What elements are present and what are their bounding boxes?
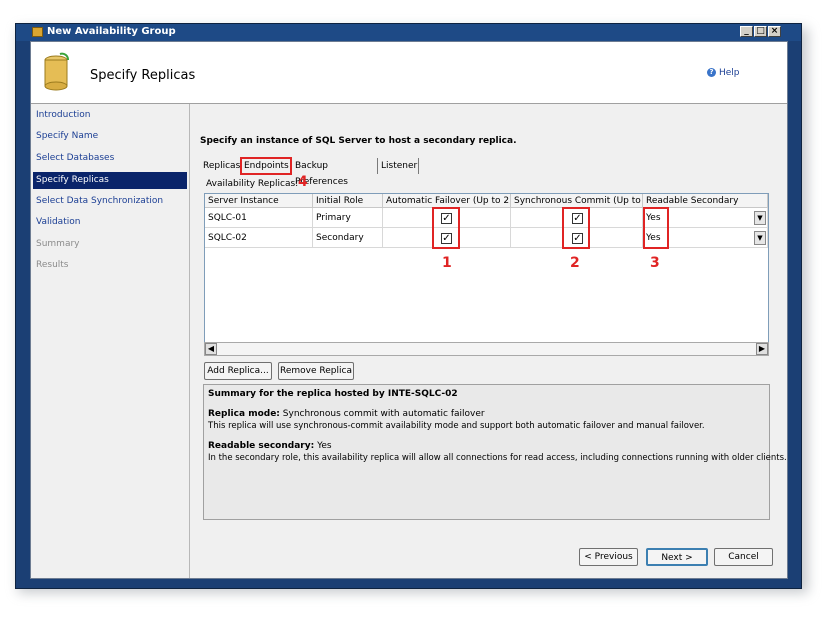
nav-item-select-data-sync[interactable]: Select Data Synchronization [33,193,187,210]
highlight-sync-commit [562,207,590,249]
annotation-4: 4 [298,174,308,190]
window-title: New Availability Group [47,26,176,37]
nav-item-summary: Summary [36,239,80,249]
column-header-auto-failover[interactable]: Automatic Failover (Up to 2) [383,194,511,208]
remove-replica-button[interactable]: Remove Replica [278,362,354,380]
grid-horizontal-scrollbar[interactable]: ◀ ▶ [204,342,769,356]
wizard-header: Specify Replicas [31,42,787,104]
readable-secondary-line: Readable secondary: Yes [208,441,332,451]
maximize-icon[interactable]: □ [754,26,767,37]
cell-server-2[interactable]: SQLC-02 [205,228,313,248]
replica-mode-desc: This replica will use synchronous-commit… [208,421,705,431]
replica-summary-panel: Summary for the replica hosted by INTE-S… [203,384,787,520]
scroll-left-icon[interactable]: ◀ [205,343,217,355]
summary-title: Summary for the replica hosted by INTE-S… [208,389,458,399]
page-title: Specify Replicas [90,68,196,83]
annotation-1: 1 [442,255,452,271]
cancel-button[interactable]: Cancel [714,548,773,566]
nav-item-select-databases[interactable]: Select Databases [33,150,187,167]
scroll-right-icon[interactable]: ▶ [756,343,768,355]
nav-item-results: Results [36,260,69,270]
cell-role-2[interactable]: Secondary [313,228,383,248]
minimize-icon[interactable]: _ [740,26,753,37]
highlight-auto-failover [432,207,460,249]
wizard-nav: Introduction Specify Name Select Databas… [31,104,190,578]
column-header-readable-secondary[interactable]: Readable Secondary [643,194,768,208]
previous-button[interactable]: < Previous [579,548,638,566]
annotation-2: 2 [570,255,580,271]
nav-item-specify-replicas[interactable]: Specify Replicas [33,172,187,189]
readable-secondary-desc: In the secondary role, this availability… [208,453,787,463]
title-bar[interactable]: New Availability Group _ □ × [16,24,801,41]
tab-listener[interactable]: Listener [378,158,419,174]
window-controls: _ □ × [739,26,781,37]
availability-replicas-label: Availability Replicas: [206,179,299,189]
replica-mode-label: Replica mode: [208,409,280,419]
tab-replicas[interactable]: Replicas [200,158,241,174]
highlight-endpoints [240,157,292,175]
column-header-sync-commit[interactable]: Synchronous Commit (Up to 3) [511,194,643,208]
help-label: Help [719,68,740,78]
next-button[interactable]: Next > [646,548,708,566]
readable-dropdown-2-icon[interactable]: ▼ [754,231,766,245]
replicas-grid: Server Instance Initial Role Automatic F… [204,193,769,345]
annotation-3: 3 [650,255,660,271]
nav-item-validation[interactable]: Validation [33,214,187,231]
close-icon[interactable]: × [768,26,781,37]
help-icon: ? [707,68,716,77]
readable-dropdown-1-icon[interactable]: ▼ [754,211,766,225]
readable-secondary-value: Yes [317,441,332,451]
database-icon [44,52,69,91]
app-icon [32,27,43,37]
cell-server-1[interactable]: SQLC-01 [205,208,313,228]
nav-item-specify-name[interactable]: Specify Name [33,128,187,145]
nav-item-introduction[interactable]: Introduction [33,107,187,124]
add-replica-button[interactable]: Add Replica... [204,362,272,380]
instruction-text: Specify an instance of SQL Server to hos… [200,136,517,146]
tab-backup-preferences[interactable]: Backup Preferences [292,158,378,187]
replica-mode-value: Synchronous commit with automatic failov… [282,409,485,419]
replica-mode-line: Replica mode: Synchronous commit with au… [208,409,485,419]
column-header-server-instance[interactable]: Server Instance [205,194,313,208]
readable-secondary-label: Readable secondary: [208,441,315,451]
column-header-initial-role[interactable]: Initial Role [313,194,383,208]
cell-role-1[interactable]: Primary [313,208,383,228]
highlight-readable [643,207,669,249]
help-link[interactable]: ? Help [707,68,740,78]
